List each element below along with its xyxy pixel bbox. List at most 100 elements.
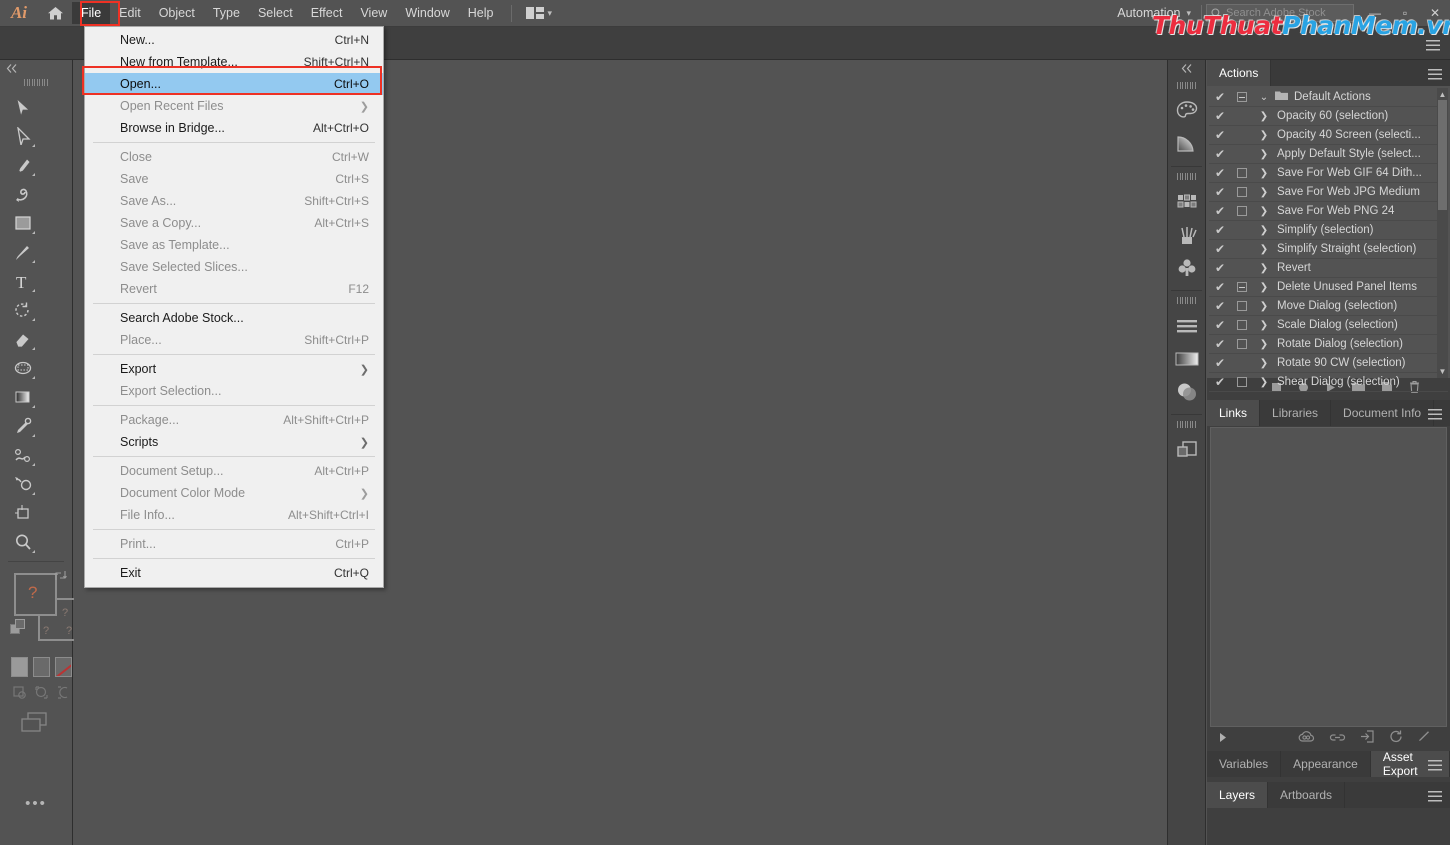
menu-item-package[interactable]: Package... Alt+Shift+Ctrl+P (85, 409, 383, 431)
action-row[interactable]: ✔ ❯ Simplify Straight (selection) (1209, 240, 1448, 259)
edit-original-icon[interactable] (1410, 730, 1438, 748)
menu-item-save-as-template[interactable]: Save as Template... (85, 234, 383, 256)
chevron-right-icon[interactable]: ❯ (1253, 320, 1275, 331)
action-dialog-box[interactable] (1231, 301, 1253, 311)
actions-set-checkmark[interactable]: ✔ (1209, 91, 1231, 103)
draw-normal-mode[interactable] (11, 683, 28, 701)
menu-item-save-as[interactable]: Save As... Shift+Ctrl+S (85, 190, 383, 212)
relink-from-cc-libraries-icon[interactable] (1322, 730, 1353, 748)
actions-set-dialog-box[interactable] (1231, 92, 1253, 102)
menu-select[interactable]: Select (249, 2, 302, 24)
action-checkmark[interactable]: ✔ (1209, 357, 1231, 369)
paintbrush-tool[interactable] (7, 237, 38, 266)
layers-panel-icon[interactable] (1168, 433, 1205, 466)
action-checkmark[interactable]: ✔ (1209, 205, 1231, 217)
free-transform-tool[interactable] (7, 353, 38, 382)
file-dropdown-menu[interactable]: New... Ctrl+N New from Template... Shift+Ct… (84, 26, 384, 588)
assetexport-panel-menu-icon[interactable] (1428, 758, 1442, 776)
menu-item-export-selection[interactable]: Export Selection... (85, 380, 383, 402)
color-panel-icon[interactable] (1168, 94, 1205, 127)
default-fill-stroke-icon[interactable] (10, 619, 27, 641)
action-checkmark[interactable]: ✔ (1209, 262, 1231, 274)
chevron-right-icon[interactable]: ❯ (1253, 339, 1275, 350)
menu-help[interactable]: Help (459, 2, 503, 24)
menu-item-revert[interactable]: Revert F12 (85, 278, 383, 300)
chevron-right-icon[interactable]: ❯ (1253, 111, 1275, 122)
update-link-icon[interactable] (1382, 730, 1410, 748)
menu-item-new[interactable]: New... Ctrl+N (85, 29, 383, 51)
go-to-link-icon[interactable] (1353, 730, 1382, 748)
transparency-panel-icon[interactable] (1168, 375, 1205, 408)
tab-libraries[interactable]: Libraries (1260, 400, 1332, 426)
color-mode-gradient[interactable] (33, 657, 50, 677)
align-panel-icon[interactable] (1168, 309, 1205, 342)
actions-scroll-thumb[interactable] (1438, 100, 1447, 210)
swatches-panel-icon[interactable] (1168, 185, 1205, 218)
menu-item-scripts[interactable]: Scripts ❯ (85, 431, 383, 453)
menu-item-save-a-copy[interactable]: Save a Copy... Alt+Ctrl+S (85, 212, 383, 234)
tab-variables[interactable]: Variables (1207, 751, 1282, 777)
action-checkmark[interactable]: ✔ (1209, 338, 1231, 350)
action-row[interactable]: ✔ ❯ Scale Dialog (selection) (1209, 316, 1448, 335)
chevron-right-icon[interactable]: ❯ (1253, 377, 1275, 388)
swap-fill-stroke-icon[interactable] (54, 569, 67, 585)
tab-links[interactable]: Links (1207, 400, 1261, 426)
menu-item-search-adobe-stock[interactable]: Search Adobe Stock... (85, 307, 383, 329)
actions-list[interactable]: ✔ ⌄ Default Actions ✔ ❯ Opacity 60 (select… (1207, 86, 1450, 392)
chevron-right-icon[interactable]: ❯ (1253, 187, 1275, 198)
action-checkmark[interactable]: ✔ (1209, 243, 1231, 255)
actions-scrollbar[interactable]: ▲ ▼ (1437, 88, 1448, 378)
chevron-right-icon[interactable]: ❯ (1253, 168, 1275, 179)
action-checkmark[interactable]: ✔ (1209, 186, 1231, 198)
action-dialog-box[interactable] (1231, 339, 1253, 349)
links-list-empty[interactable] (1210, 427, 1447, 727)
expand-triangle-icon[interactable] (1219, 730, 1235, 748)
shape-builder-tool[interactable] (7, 469, 38, 498)
action-checkmark[interactable]: ✔ (1209, 129, 1231, 141)
gradient-panel-icon[interactable] (1168, 127, 1205, 160)
action-row[interactable]: ✔ ❯ Save For Web PNG 24 (1209, 202, 1448, 221)
chevron-right-icon[interactable]: ❯ (1253, 130, 1275, 141)
color-mode-none[interactable] (55, 657, 72, 677)
menu-item-open-recent-files[interactable]: Open Recent Files ❯ (85, 95, 383, 117)
menu-item-open[interactable]: Open... Ctrl+O (85, 73, 383, 95)
action-row[interactable]: ✔ ❯ Delete Unused Panel Items (1209, 278, 1448, 297)
color-mode-color[interactable] (11, 657, 28, 677)
menu-item-new-from-template[interactable]: New from Template... Shift+Ctrl+N (85, 51, 383, 73)
menu-item-place[interactable]: Place... Shift+Ctrl+P (85, 329, 383, 351)
chevron-right-icon[interactable]: ❯ (1253, 358, 1275, 369)
action-checkmark[interactable]: ✔ (1209, 110, 1231, 122)
action-row[interactable]: ✔ ❯ Apply Default Style (select... (1209, 145, 1448, 164)
direct-selection-tool[interactable] (7, 121, 38, 150)
tab-layers[interactable]: Layers (1207, 782, 1269, 808)
menu-file[interactable]: File (72, 2, 111, 24)
dock-collapse-button[interactable] (1168, 60, 1205, 76)
layers-panel-menu-icon[interactable] (1428, 789, 1442, 807)
actions-set-row[interactable]: ✔ ⌄ Default Actions (1209, 88, 1448, 107)
action-checkmark[interactable]: ✔ (1209, 319, 1231, 331)
cloud-link-icon[interactable] (1291, 730, 1322, 748)
pen-tool[interactable] (7, 150, 38, 179)
action-checkmark[interactable]: ✔ (1209, 224, 1231, 236)
action-row[interactable]: ✔ ❯ Save For Web GIF 64 Dith... (1209, 164, 1448, 183)
action-row[interactable]: ✔ ❯ Revert (1209, 259, 1448, 278)
menu-item-close[interactable]: Close Ctrl+W (85, 146, 383, 168)
eyedropper-tool[interactable] (7, 411, 38, 440)
action-row[interactable]: ✔ ❯ Save For Web JPG Medium (1209, 183, 1448, 202)
chevron-right-icon[interactable]: ❯ (1253, 282, 1275, 293)
control-bar-menu-icon[interactable] (1426, 38, 1440, 56)
gradient-tool[interactable] (7, 382, 38, 411)
artboard-tool[interactable] (7, 498, 38, 527)
chevron-down-icon[interactable]: ⌄ (1253, 92, 1275, 103)
menu-item-document-color-mode[interactable]: Document Color Mode ❯ (85, 482, 383, 504)
chevron-right-icon[interactable]: ❯ (1253, 244, 1275, 255)
menu-item-export[interactable]: Export ❯ (85, 358, 383, 380)
menu-window[interactable]: Window (396, 2, 458, 24)
action-row[interactable]: ✔ ❯ Opacity 60 (selection) (1209, 107, 1448, 126)
more-tools-button[interactable]: ••• (0, 735, 72, 812)
tools-collapse-button[interactable] (0, 60, 72, 76)
tab-artboards[interactable]: Artboards (1268, 782, 1346, 808)
action-dialog-box[interactable] (1231, 377, 1253, 387)
menu-item-print[interactable]: Print... Ctrl+P (85, 533, 383, 555)
curvature-tool[interactable] (7, 179, 38, 208)
